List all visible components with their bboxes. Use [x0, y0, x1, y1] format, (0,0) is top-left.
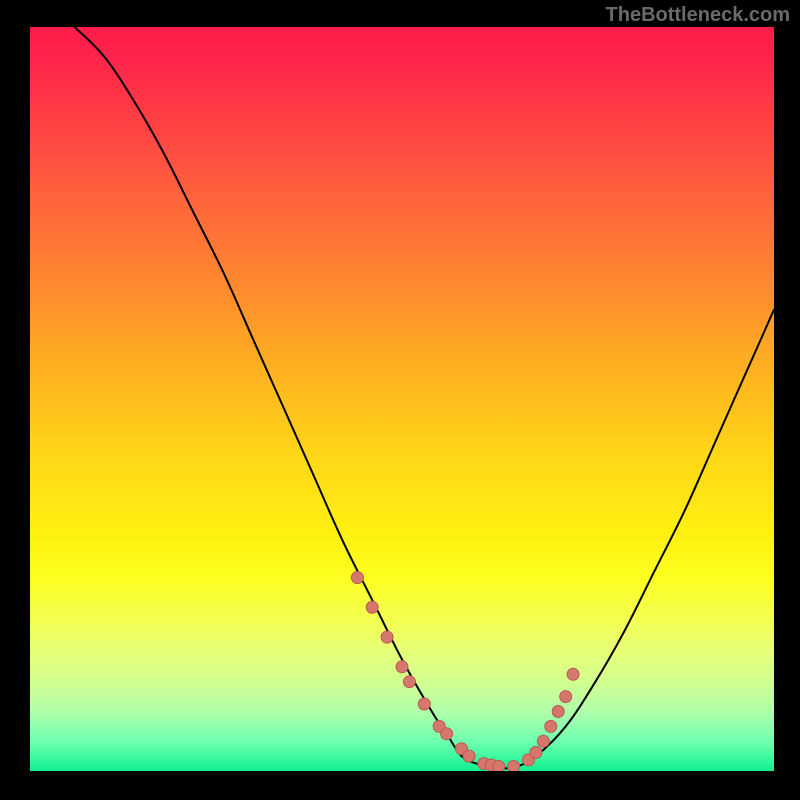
data-dot: [418, 698, 430, 710]
data-dot: [396, 661, 408, 673]
bottleneck-curve: [75, 27, 774, 768]
data-dot: [403, 676, 415, 688]
data-dot: [351, 572, 363, 584]
data-dot: [508, 761, 520, 772]
data-dot: [537, 735, 549, 747]
data-dot: [567, 668, 579, 680]
plot-area: [30, 27, 774, 771]
data-dots: [351, 572, 579, 771]
data-dot: [545, 720, 557, 732]
data-dot: [530, 746, 542, 758]
data-dot: [560, 691, 572, 703]
data-dot: [493, 761, 505, 772]
data-dot: [381, 631, 393, 643]
chart-svg: [30, 27, 774, 771]
watermark-label: TheBottleneck.com: [606, 4, 790, 27]
data-dot: [366, 601, 378, 613]
data-dot: [441, 728, 453, 740]
data-dot: [463, 750, 475, 762]
data-dot: [552, 706, 564, 718]
